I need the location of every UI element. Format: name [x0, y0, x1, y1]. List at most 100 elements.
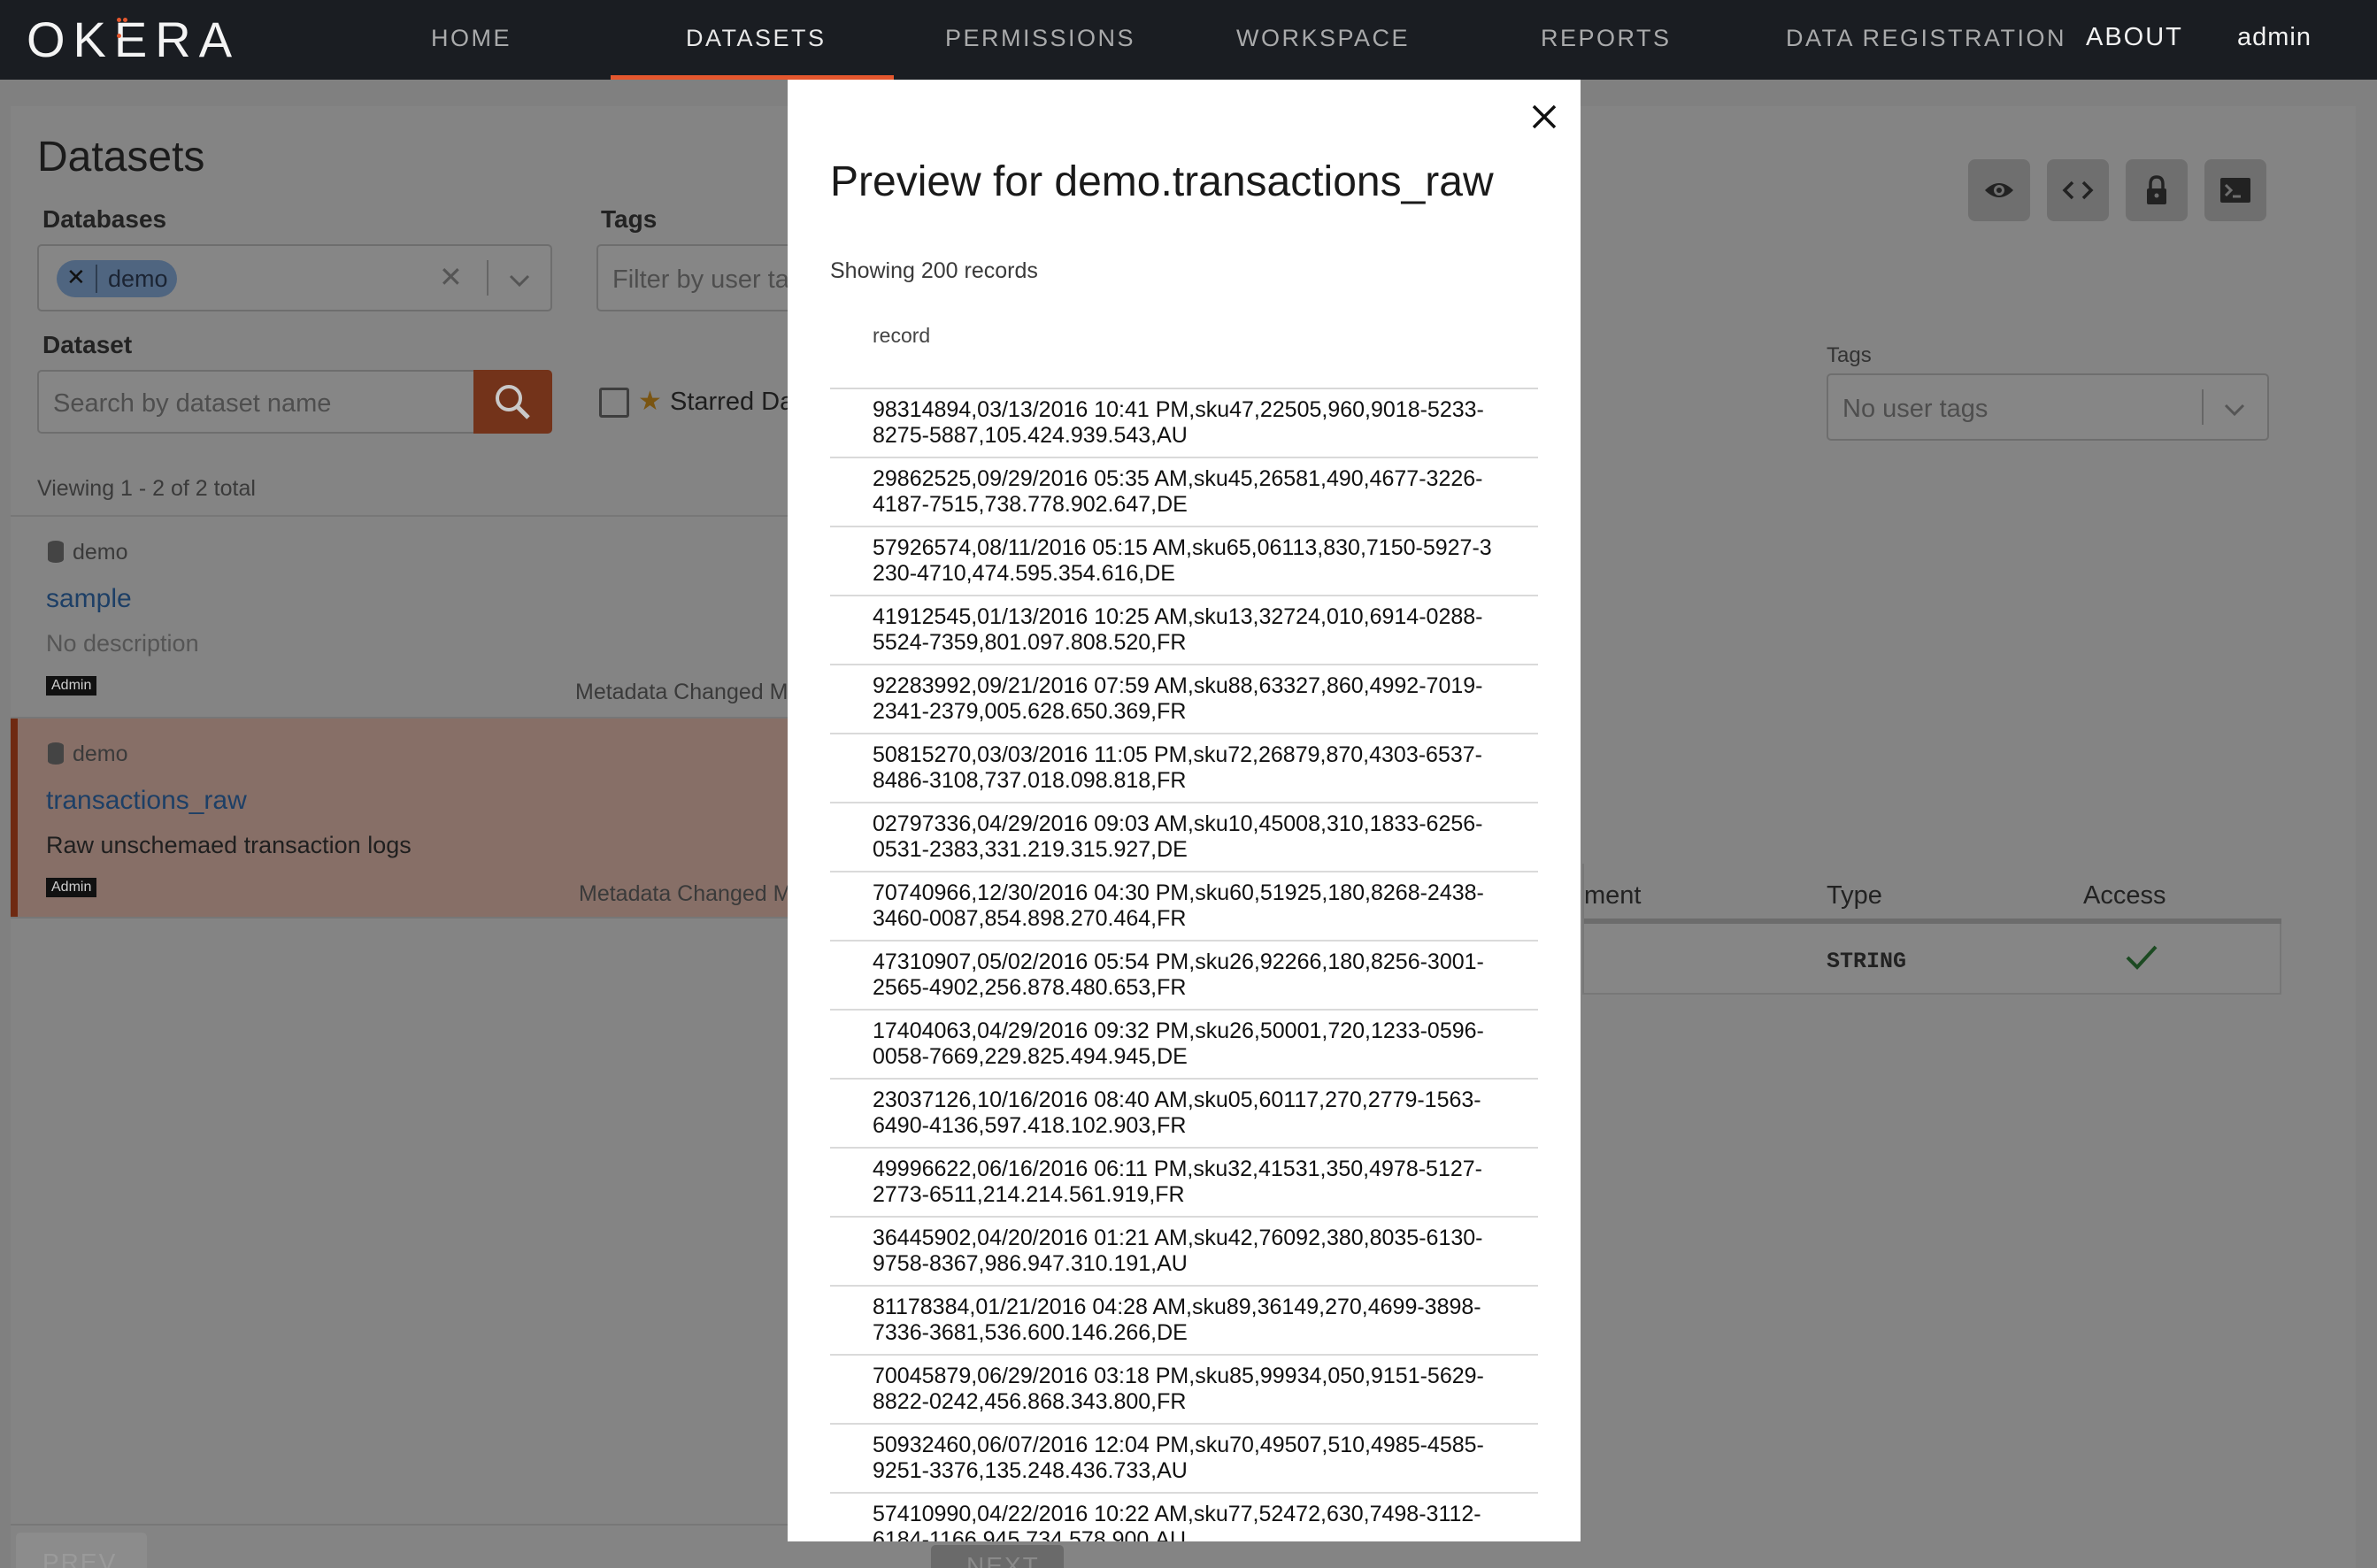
permissions-button[interactable] [2126, 159, 2188, 221]
nav-permissions[interactable]: PERMISSIONS [945, 25, 1135, 52]
code-button[interactable] [2047, 159, 2109, 221]
record-row: 81178384,01/21/2016 04:28 AM,sku89,36149… [830, 1287, 1538, 1356]
dataset-search-input[interactable]: Search by dataset name [37, 370, 476, 434]
dataset-result-selected[interactable]: demo transactions_raw Raw unschemaed tra… [11, 719, 792, 917]
record-value: 17404063,04/29/2016 09:32 PM,sku26,50001… [873, 1018, 1484, 1069]
admin-badge: Admin [46, 676, 97, 696]
result-name-link[interactable]: transactions_raw [46, 786, 247, 816]
record-row: 49996622,06/16/2016 06:11 PM,sku32,41531… [830, 1149, 1538, 1218]
record-value: 81178384,01/21/2016 04:28 AM,sku89,36149… [873, 1295, 1481, 1345]
preview-modal: Preview for demo.transactions_raw Showin… [788, 80, 1581, 1541]
record-count: Showing 200 records [830, 258, 1038, 283]
tags-placeholder: Filter by user ta [612, 265, 789, 294]
database-chip[interactable]: ✕ demo [57, 260, 177, 297]
preview-button[interactable] [1968, 159, 2030, 221]
record-value: 70045879,06/29/2016 03:18 PM,sku85,99934… [873, 1364, 1484, 1414]
search-placeholder: Search by dataset name [53, 389, 332, 418]
record-value: 02797336,04/29/2016 09:03 AM,sku10,45008… [873, 811, 1483, 862]
search-button[interactable] [473, 370, 552, 434]
record-row: 47310907,05/02/2016 05:54 PM,sku26,92266… [830, 942, 1538, 1011]
schema-table: ment Type Access STRING [1582, 864, 2281, 995]
logo-dots-icon [117, 11, 135, 38]
header-divider [1584, 919, 2281, 924]
database-icon [48, 742, 64, 765]
right-tags-label: Tags [1827, 343, 1872, 367]
record-row: 41912545,01/13/2016 10:25 AM,sku13,32724… [830, 596, 1538, 665]
record-value: 47310907,05/02/2016 05:54 PM,sku26,92266… [873, 949, 1484, 1000]
metadata-changed: Metadata Changed M [575, 680, 788, 704]
tags-label: Tags [601, 205, 658, 233]
record-row: 70045879,06/29/2016 03:18 PM,sku85,99934… [830, 1356, 1538, 1425]
record-value: 70740966,12/30/2016 04:30 PM,sku60,51925… [873, 880, 1484, 931]
record-row: 70740966,12/30/2016 04:30 PM,sku60,51925… [830, 872, 1538, 942]
chevron-down-icon[interactable] [506, 267, 533, 294]
record-row: 50932460,06/07/2016 12:04 PM,sku70,49507… [830, 1425, 1538, 1494]
next-button[interactable]: NEXT [931, 1545, 1064, 1568]
dataset-result[interactable]: demo sample No description Admin Metadat… [11, 517, 789, 717]
nav-datasets[interactable]: DATASETS [686, 25, 827, 52]
result-description: No description [46, 630, 199, 657]
nav-user[interactable]: admin [2237, 23, 2312, 52]
star-icon: ★ [638, 387, 662, 416]
schema-header-comment: ment [1584, 881, 1642, 910]
prev-label: PREV [42, 1549, 118, 1568]
viewing-count: Viewing 1 - 2 of 2 total [37, 476, 256, 501]
nav-workspace[interactable]: WORKSPACE [1236, 25, 1410, 52]
result-name-link[interactable]: sample [46, 584, 132, 614]
modal-title: Preview for demo.transactions_raw [830, 158, 1494, 205]
record-value: 23037126,10/16/2016 08:40 AM,sku05,60117… [873, 1088, 1481, 1138]
right-tags-placeholder: No user tags [1842, 395, 1989, 423]
eye-icon [1985, 183, 2013, 197]
record-row: 17404063,04/29/2016 09:32 PM,sku26,50001… [830, 1011, 1538, 1080]
record-value: 57926574,08/11/2016 05:15 AM,sku65,06113… [873, 535, 1492, 586]
search-icon [496, 385, 530, 419]
record-row: 02797336,04/29/2016 09:03 AM,sku10,45008… [830, 803, 1538, 872]
record-row: 23037126,10/16/2016 08:40 AM,sku05,60117… [830, 1080, 1538, 1149]
nav-reports[interactable]: REPORTS [1541, 25, 1672, 52]
schema-header [1584, 864, 2281, 919]
record-value: 29862525,09/29/2016 05:35 AM,sku45,26581… [873, 466, 1483, 517]
select-divider [2202, 389, 2204, 425]
record-row: 50815270,03/03/2016 11:05 PM,sku72,26879… [830, 734, 1538, 803]
prev-button[interactable]: PREV [16, 1533, 147, 1568]
okera-logo[interactable]: OKERA [27, 11, 240, 68]
nav-about[interactable]: ABOUT [2086, 23, 2183, 52]
databases-label: Databases [42, 205, 167, 233]
record-row: 36445902,04/20/2016 01:21 AM,sku42,76092… [830, 1218, 1538, 1287]
record-column-header: record [873, 324, 931, 347]
chip-remove-icon[interactable]: ✕ [66, 264, 86, 291]
starred-checkbox[interactable] [599, 388, 629, 418]
terminal-button[interactable] [2204, 159, 2266, 221]
record-value: 36445902,04/20/2016 01:21 AM,sku42,76092… [873, 1226, 1483, 1276]
page-title: Datasets [37, 134, 205, 181]
tags-filter-input[interactable]: Filter by user ta [596, 244, 800, 311]
schema-type-value: STRING [1827, 949, 1907, 974]
result-description: Raw unschemaed transaction logs [46, 832, 412, 858]
right-tags-select[interactable]: No user tags [1827, 373, 2269, 441]
clear-icon[interactable]: ✕ [439, 260, 463, 294]
record-row: 29862525,09/29/2016 05:35 AM,sku45,26581… [830, 458, 1538, 527]
record-value: 57410990,04/22/2016 10:22 AM,sku77,52472… [873, 1502, 1481, 1541]
record-value: 49996622,06/16/2016 06:11 PM,sku32,41531… [873, 1157, 1483, 1207]
next-label: NEXT [966, 1552, 1040, 1568]
record-row: 92283992,09/21/2016 07:59 AM,sku88,63327… [830, 665, 1538, 734]
record-row: 57410990,04/22/2016 10:22 AM,sku77,52472… [830, 1494, 1538, 1541]
result-db: demo [73, 540, 128, 565]
record-value: 92283992,09/21/2016 07:59 AM,sku88,63327… [873, 673, 1483, 724]
record-value: 98314894,03/13/2016 10:41 PM,sku47,22505… [873, 397, 1484, 448]
chevron-down-icon[interactable] [2221, 396, 2248, 423]
select-divider [487, 260, 488, 296]
starred-label: Starred Da [670, 388, 795, 416]
divider [11, 917, 789, 919]
metadata-changed: Metadata Changed M [579, 881, 792, 906]
schema-header-type: Type [1827, 881, 1882, 910]
close-icon[interactable] [1527, 99, 1562, 135]
nav-home[interactable]: HOME [431, 25, 512, 52]
dataset-label: Dataset [42, 331, 133, 358]
top-nav: OKERA HOME DATASETS PERMISSIONS WORKSPAC… [0, 0, 2377, 80]
chip-divider [96, 265, 97, 293]
record-value: 50932460,06/07/2016 12:04 PM,sku70,49507… [873, 1433, 1484, 1483]
nav-data-registration[interactable]: DATA REGISTRATION [1786, 25, 2066, 52]
check-icon [2126, 945, 2158, 970]
databases-select[interactable]: ✕ demo ✕ [37, 244, 552, 311]
